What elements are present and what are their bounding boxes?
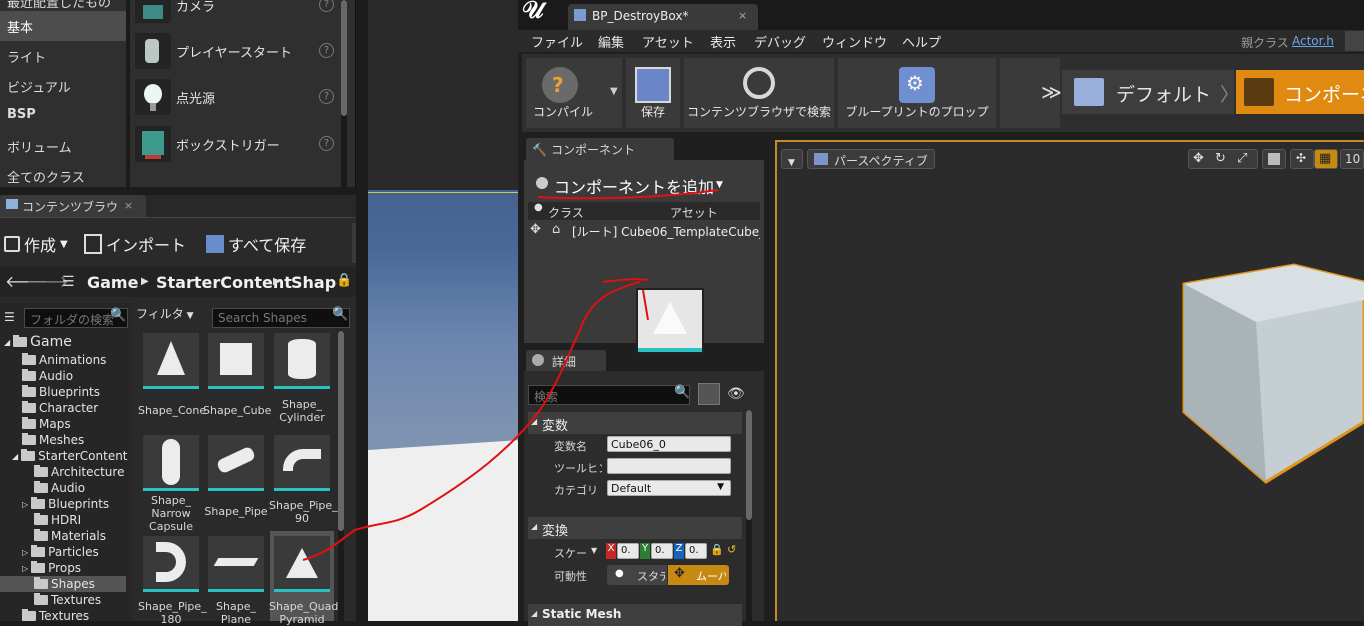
annotation-stroke: [642, 289, 649, 321]
annotation-overlay: [302, 189, 719, 561]
annotation-drag-path: [302, 281, 641, 561]
annotation-stroke: [602, 278, 649, 283]
annotation-underline: [537, 189, 719, 200]
